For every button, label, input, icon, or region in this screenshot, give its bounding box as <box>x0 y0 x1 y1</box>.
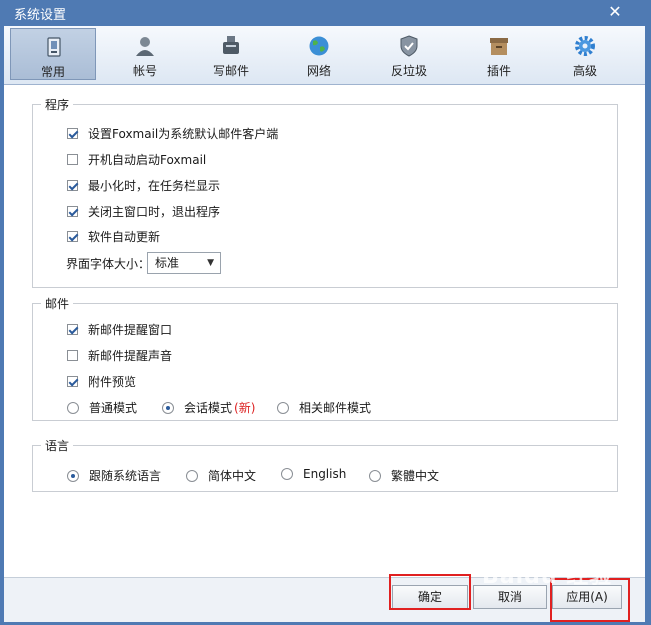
lang-follow-system[interactable]: 跟随系统语言 <box>67 467 161 484</box>
tab-network[interactable]: 网络 <box>276 28 362 80</box>
network-globe-icon <box>309 36 329 56</box>
checkbox[interactable] <box>67 206 78 217</box>
checkbox[interactable] <box>67 128 78 139</box>
tab-account[interactable]: 帐号 <box>102 28 188 80</box>
program-group-title: 程序 <box>41 96 74 113</box>
mode-conversation[interactable]: 会话模式 (新) <box>162 399 255 416</box>
mode-normal[interactable]: 普通模式 <box>67 399 137 416</box>
checkbox[interactable] <box>67 154 78 165</box>
window-title: 系统设置 <box>14 8 67 23</box>
account-person-icon <box>136 37 154 56</box>
close-icon[interactable]: ✕ <box>602 1 628 23</box>
compose-mail-icon <box>223 36 239 54</box>
checkbox[interactable] <box>67 350 78 361</box>
tab-antispam[interactable]: 反垃圾 <box>366 28 452 80</box>
checkbox[interactable] <box>67 231 78 242</box>
tab-general[interactable]: 常用 <box>10 28 96 80</box>
highlight-ok <box>389 574 471 610</box>
lang-english[interactable]: English <box>281 467 346 481</box>
mail-group-title: 邮件 <box>41 295 74 312</box>
option-new-mail-popup[interactable]: 新邮件提醒窗口 <box>67 321 172 338</box>
radio[interactable] <box>369 469 381 482</box>
title-bar: 系统设置 ✕ <box>0 0 651 26</box>
general-settings-icon <box>47 37 61 57</box>
option-autostart[interactable]: 开机自动启动Foxmail <box>67 151 206 168</box>
watermark: Baidu 经验 <box>482 564 613 589</box>
settings-content: 程序 设置Foxmail为系统默认邮件客户端 开机自动启动Foxmail 最小化… <box>4 85 645 577</box>
tab-plugins[interactable]: 插件 <box>456 28 542 80</box>
font-size-label: 界面字体大小： <box>66 257 151 271</box>
option-default-client[interactable]: 设置Foxmail为系统默认邮件客户端 <box>67 125 278 142</box>
radio[interactable] <box>162 401 174 414</box>
radio[interactable] <box>67 469 79 482</box>
plugin-box-icon <box>490 38 508 55</box>
settings-toolbar: 常用 帐号 写邮件 网络 反垃圾 插件 高级 <box>4 26 645 85</box>
language-group-title: 语言 <box>41 437 74 454</box>
new-badge: (新) <box>234 401 256 415</box>
checkbox[interactable] <box>67 180 78 191</box>
mode-related[interactable]: 相关邮件模式 <box>277 399 371 416</box>
chevron-down-icon: ▼ <box>207 258 214 268</box>
option-attachment-preview[interactable]: 附件预览 <box>67 373 136 390</box>
tab-advanced[interactable]: 高级 <box>542 28 628 80</box>
antispam-shield-icon <box>400 35 418 57</box>
checkbox[interactable] <box>67 324 78 335</box>
tab-compose[interactable]: 写邮件 <box>188 28 274 80</box>
option-close-exit[interactable]: 关闭主窗口时，退出程序 <box>67 203 220 220</box>
radio[interactable] <box>281 468 293 480</box>
radio[interactable] <box>277 401 289 414</box>
font-size-select[interactable]: 标准 ▼ <box>147 252 221 274</box>
option-minimize-taskbar[interactable]: 最小化时，在任务栏显示 <box>67 177 220 194</box>
settings-window: 系统设置 ✕ 常用 帐号 写邮件 网络 反垃圾 插件 高级 程序 设置Foxma… <box>0 0 651 625</box>
option-auto-update[interactable]: 软件自动更新 <box>67 228 160 245</box>
advanced-gear-icon <box>575 36 595 56</box>
radio[interactable] <box>67 401 79 414</box>
lang-traditional-chinese[interactable]: 繁體中文 <box>369 467 439 484</box>
option-new-mail-sound[interactable]: 新邮件提醒声音 <box>67 347 172 364</box>
checkbox[interactable] <box>67 376 78 387</box>
radio[interactable] <box>186 469 198 482</box>
lang-simplified-chinese[interactable]: 简体中文 <box>186 467 256 484</box>
